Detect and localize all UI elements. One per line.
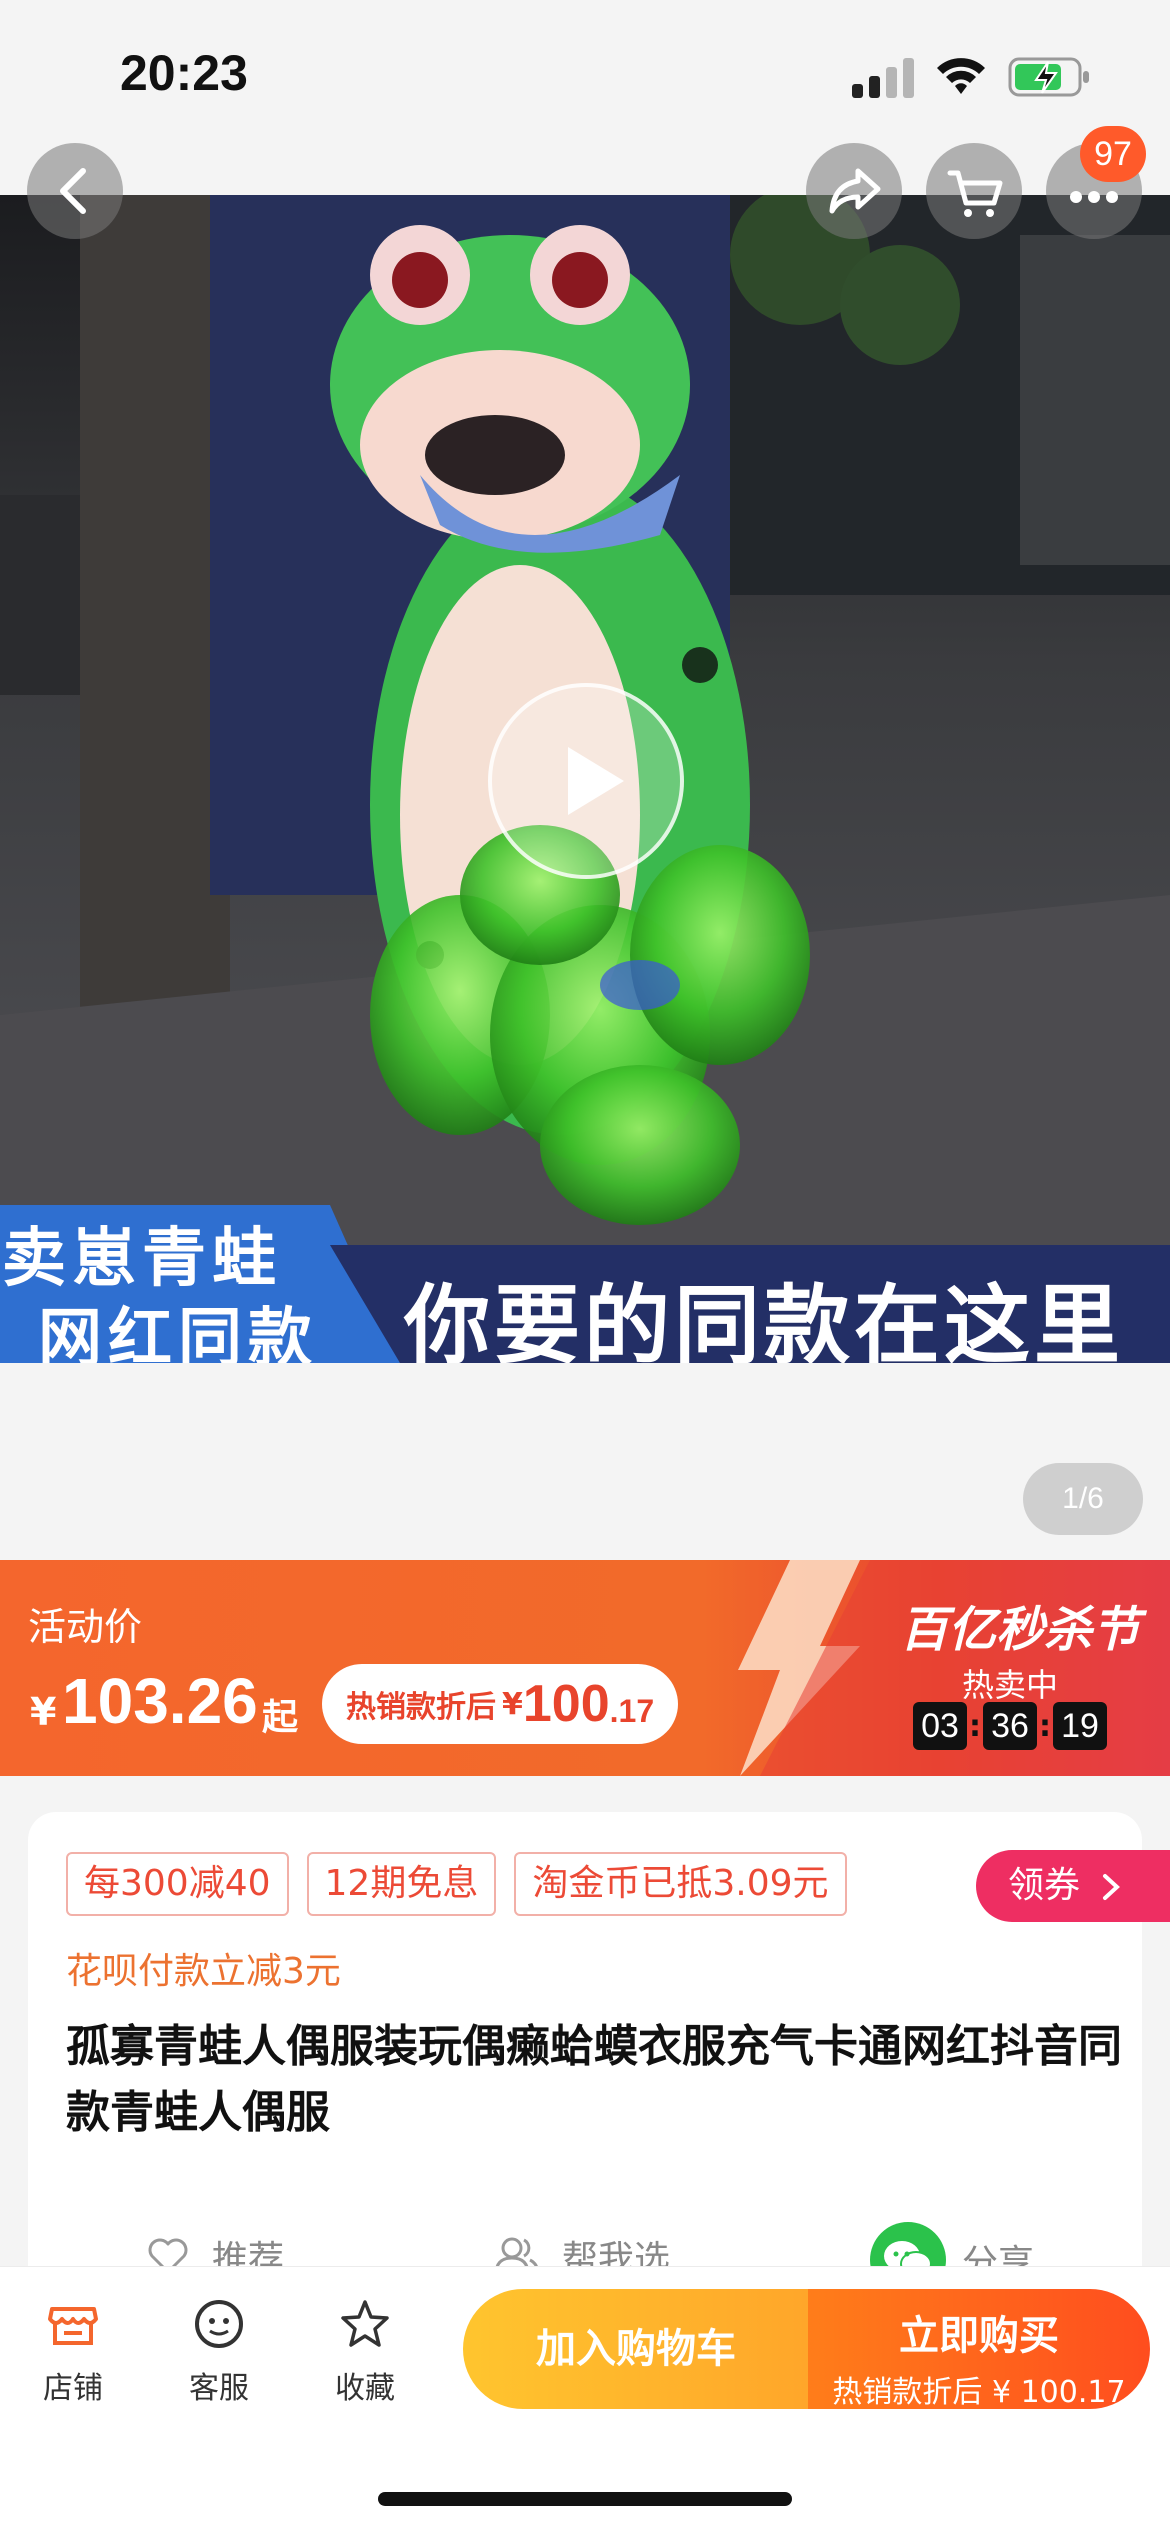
wifi-icon <box>937 58 985 94</box>
customer-service-button[interactable]: 客服 <box>164 2297 274 2407</box>
favorite-label: 收藏 <box>335 2371 395 2406</box>
cart-icon <box>947 170 1003 217</box>
store-button[interactable]: 店铺 <box>18 2297 128 2407</box>
product-video-gallery[interactable]: 卖崽青蛙 网红同款 你要的同款在这里 <box>0 195 1170 1363</box>
price-currency: ¥ <box>30 1690 57 1734</box>
discount-label: 热销款折后 <box>346 1690 496 1725</box>
gallery-page-indicator: 1/6 <box>1023 1463 1143 1535</box>
store-label: 店铺 <box>43 2371 103 2406</box>
share-button[interactable] <box>806 143 902 239</box>
cellular-signal-icon <box>852 56 914 98</box>
store-icon <box>48 2307 98 2345</box>
discount-price-integer: 100 <box>522 1675 610 1733</box>
cart-count-badge: 97 <box>1080 126 1146 182</box>
chevron-left-icon <box>60 168 86 214</box>
star-icon <box>341 2300 389 2347</box>
countdown-seconds: 19 <box>1053 1702 1107 1750</box>
status-time: 20:23 <box>120 45 248 101</box>
back-button[interactable] <box>27 143 123 239</box>
get-coupon-button[interactable]: 领券 <box>976 1850 1170 1922</box>
discount-price-pill: 热销款折后 ¥ 100 .17 <box>322 1664 679 1744</box>
overlay-caption-right: 你要的同款在这里 <box>404 1276 1124 1363</box>
add-to-cart-button[interactable]: 加入购物车 <box>463 2289 809 2409</box>
discount-price-decimal: .17 <box>609 1692 655 1729</box>
promo-tag[interactable]: 每300减40 <box>66 1852 289 1916</box>
overlay-caption-left-line1: 卖崽青蛙 <box>2 1222 282 1296</box>
festival-title: 百亿秒杀节 <box>899 1602 1140 1658</box>
countdown-timer: 03 : 36 : 19 <box>900 1702 1120 1750</box>
coupon-label: 领券 <box>1008 1865 1081 1906</box>
promo-tag[interactable]: 淘金币已抵3.09元 <box>514 1852 847 1916</box>
discount-currency: ¥ <box>502 1686 523 1722</box>
promo-price-label: 活动价 <box>28 1605 143 1649</box>
chevron-right-icon <box>1103 1874 1121 1900</box>
bottom-action-bar: 店铺 客服 收藏 加入购物车 立即购买 热销款折后 ¥ 100.17 <box>0 2266 1170 2532</box>
promo-price: 103.26 <box>62 1665 258 1737</box>
share-arrow-icon <box>829 168 881 214</box>
overlay-caption-left-line2: 网红同款 <box>38 1302 318 1363</box>
status-bar: 20:23 <box>0 0 1170 150</box>
buy-now-button[interactable]: 立即购买 热销款折后 ¥ 100.17 <box>808 2289 1150 2410</box>
home-indicator[interactable] <box>378 2492 792 2506</box>
buy-now-subtitle: 热销款折后 ¥ 100.17 <box>832 2375 1126 2410</box>
service-label: 客服 <box>189 2371 249 2406</box>
play-video-button[interactable] <box>488 683 684 879</box>
service-face-icon <box>195 2300 243 2348</box>
countdown-hours: 03 <box>913 1702 967 1750</box>
huabei-discount-note: 花呗付款立减3元 <box>66 1951 341 1992</box>
battery-charging-icon <box>1008 57 1089 97</box>
play-icon <box>568 747 624 815</box>
hot-selling-label: 热卖中 <box>961 1666 1058 1704</box>
countdown-minutes: 36 <box>983 1702 1037 1750</box>
favorite-button[interactable]: 收藏 <box>310 2297 420 2407</box>
price-suffix: 起 <box>262 1697 299 1738</box>
product-title: 孤寡青蛙人偶服装玩偶癞蛤蟆衣服充气卡通网红抖音同款青蛙人偶服 <box>66 2021 1122 2138</box>
buy-now-label: 立即购买 <box>899 2313 1059 2359</box>
promo-tag[interactable]: 12期免息 <box>306 1852 497 1916</box>
promo-tags: 每300减40 12期免息 淘金币已抵3.09元 <box>66 1852 847 1916</box>
cart-button[interactable] <box>926 143 1022 239</box>
price-banner: 活动价 ¥ 103.26 起 热销款折后 ¥ 100 .17 百亿秒杀节 热卖中… <box>0 1560 1170 1776</box>
